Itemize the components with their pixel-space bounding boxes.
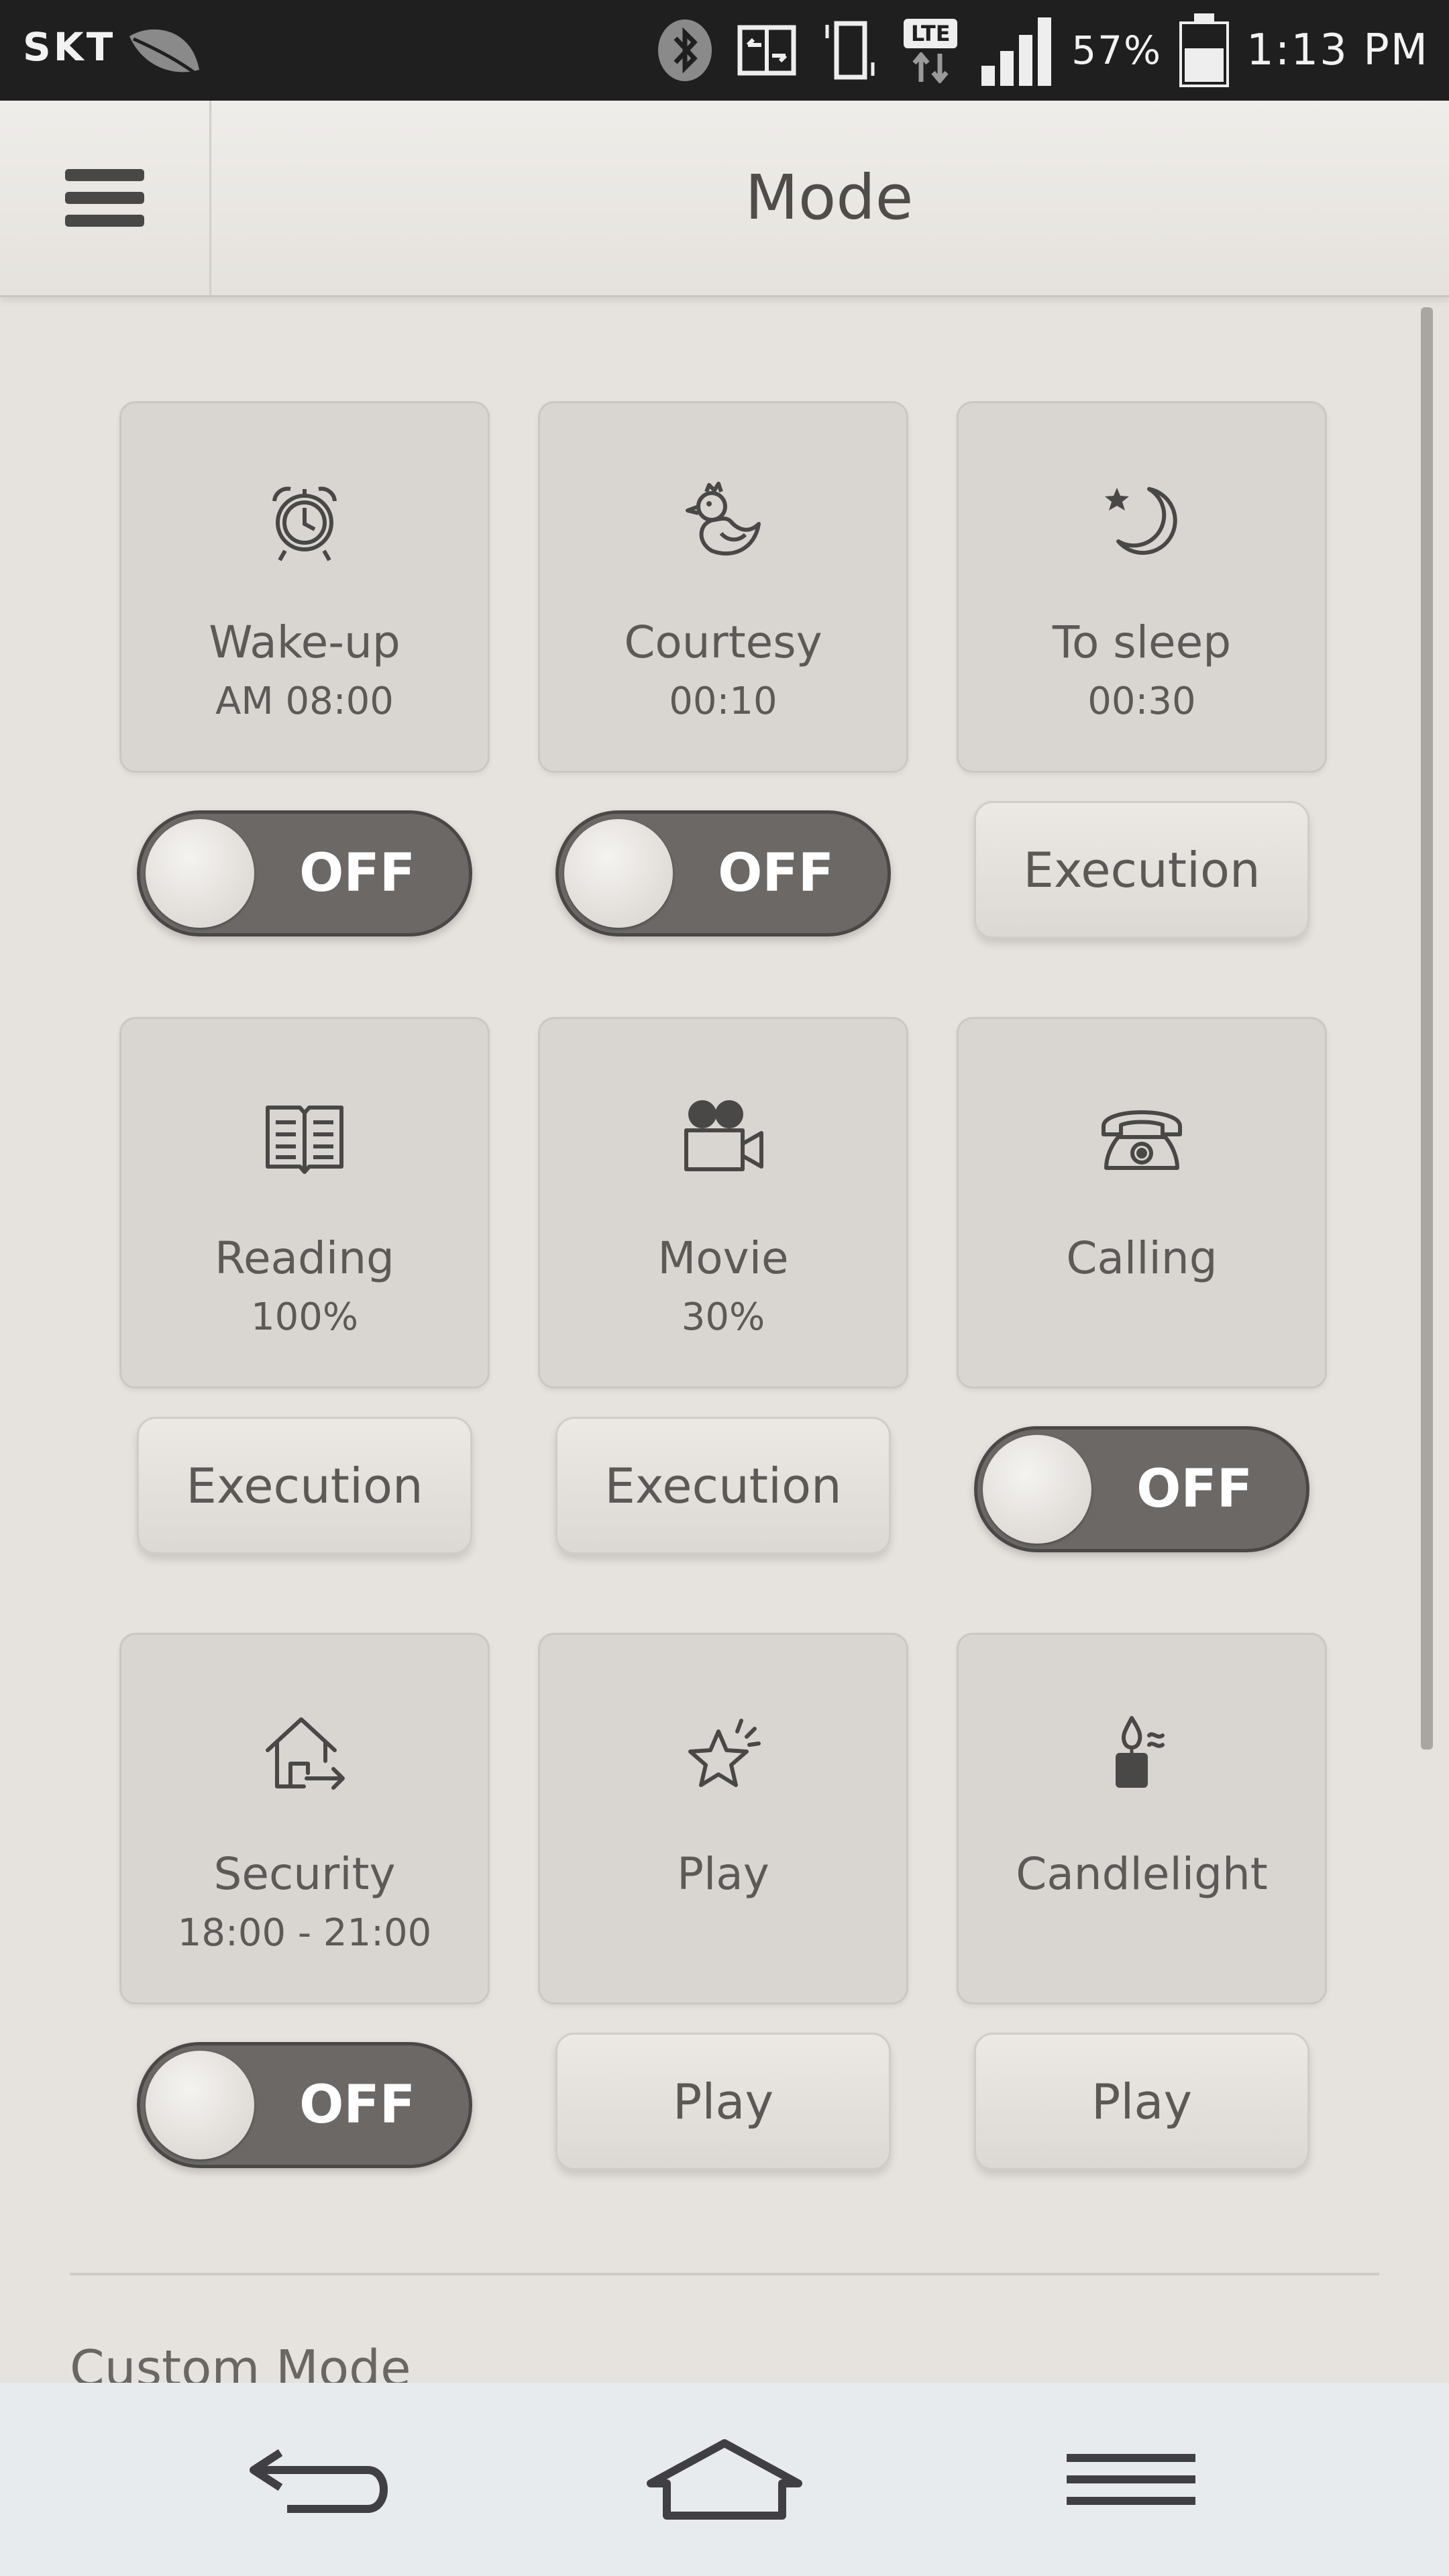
mode-label: To sleep <box>1052 616 1232 668</box>
mode-label: Calling <box>1066 1232 1218 1284</box>
lte-label: LTE <box>904 19 958 48</box>
toggle-knob <box>146 819 254 928</box>
mode-label: Movie <box>657 1232 789 1284</box>
mode-sub: AM 08:00 <box>215 680 394 723</box>
mode-label: Security <box>213 1848 396 1900</box>
mode-tile-calling[interactable]: Calling <box>957 1017 1327 1389</box>
calling-toggle[interactable]: OFF <box>974 1426 1309 1552</box>
mode-sub: 100% <box>250 1295 359 1339</box>
page-title: Mode <box>745 162 914 233</box>
mode-sub: 18:00 - 21:00 <box>177 1911 432 1955</box>
play-button[interactable]: Play <box>555 2033 891 2170</box>
bluetooth-icon <box>658 19 712 81</box>
toggle-state: OFF <box>1136 1459 1252 1519</box>
screen-mirror-icon <box>737 25 796 76</box>
navigation-bar <box>0 2383 1449 2576</box>
menu-button[interactable] <box>0 101 211 295</box>
alarm-clock-icon <box>272 486 337 561</box>
star-icon <box>688 1719 761 1787</box>
mode-tile-movie[interactable]: Movie 30% <box>538 1017 908 1389</box>
reading-execution-button[interactable]: Execution <box>137 1417 472 1554</box>
section-divider <box>70 2273 1379 2275</box>
carrier-label: SKT <box>23 24 116 70</box>
app-header: Mode <box>0 101 1449 297</box>
house-exit-icon <box>266 1717 345 1790</box>
mode-tile-candlelight[interactable]: Candlelight <box>957 1633 1327 2004</box>
lte-indicator: LTE <box>898 13 963 87</box>
toggle-state: OFF <box>299 843 415 904</box>
mode-tile-to-sleep[interactable]: To sleep 00:30 <box>957 401 1327 773</box>
signal-strength-icon <box>981 17 1052 86</box>
hamburger-icon <box>65 169 144 227</box>
toggle-state: OFF <box>299 2075 415 2135</box>
mode-label: Courtesy <box>624 616 822 668</box>
to-sleep-execution-button[interactable]: Execution <box>974 801 1309 938</box>
home-icon <box>647 2439 802 2520</box>
battery-icon <box>1179 13 1230 87</box>
mode-label: Reading <box>215 1232 394 1284</box>
leaf-icon <box>129 29 199 77</box>
candlelight-play-button[interactable]: Play <box>974 2033 1309 2170</box>
book-icon <box>266 1106 343 1174</box>
vibrate-icon <box>825 21 875 80</box>
toggle-knob <box>564 819 673 928</box>
security-toggle[interactable]: OFF <box>137 2042 472 2168</box>
status-bar: SKT LTE 57% 1:13 PM <box>0 0 1449 101</box>
candle-icon <box>1116 1716 1165 1788</box>
battery-percent: 57% <box>1071 28 1163 73</box>
toggle-knob <box>146 2051 254 2159</box>
mode-sub: 00:30 <box>1087 680 1196 723</box>
menu-icon <box>1067 2454 1195 2505</box>
movie-execution-button[interactable]: Execution <box>555 1417 891 1554</box>
data-transfer-icon <box>912 52 949 83</box>
back-button[interactable] <box>220 2383 421 2576</box>
mode-tile-wake-up[interactable]: Wake-up AM 08:00 <box>119 401 490 773</box>
duck-icon <box>686 482 761 556</box>
video-camera-icon <box>684 1100 763 1171</box>
mode-tile-security[interactable]: Security 18:00 - 21:00 <box>119 1633 490 2004</box>
back-icon <box>250 2449 388 2513</box>
mode-label: Candlelight <box>1016 1848 1268 1900</box>
mode-tile-courtesy[interactable]: Courtesy 00:10 <box>538 401 908 773</box>
menu-nav-button[interactable] <box>1030 2383 1232 2576</box>
courtesy-toggle[interactable]: OFF <box>555 810 891 936</box>
wake-up-toggle[interactable]: OFF <box>137 810 472 936</box>
moon-star-icon <box>1105 487 1177 555</box>
scrollbar[interactable] <box>1421 307 1433 1750</box>
mode-tile-reading[interactable]: Reading 100% <box>119 1017 490 1389</box>
mode-sub: 30% <box>681 1295 765 1339</box>
toggle-knob <box>983 1435 1091 1544</box>
clock-time: 1:13 PM <box>1246 25 1429 75</box>
mode-label: Play <box>677 1848 769 1900</box>
toggle-state: OFF <box>718 843 834 904</box>
home-button[interactable] <box>624 2383 825 2576</box>
mode-label: Wake-up <box>209 616 400 668</box>
mode-sub: 00:10 <box>669 680 777 723</box>
telephone-icon <box>1102 1110 1182 1170</box>
mode-tile-play[interactable]: Play <box>538 1633 908 2004</box>
